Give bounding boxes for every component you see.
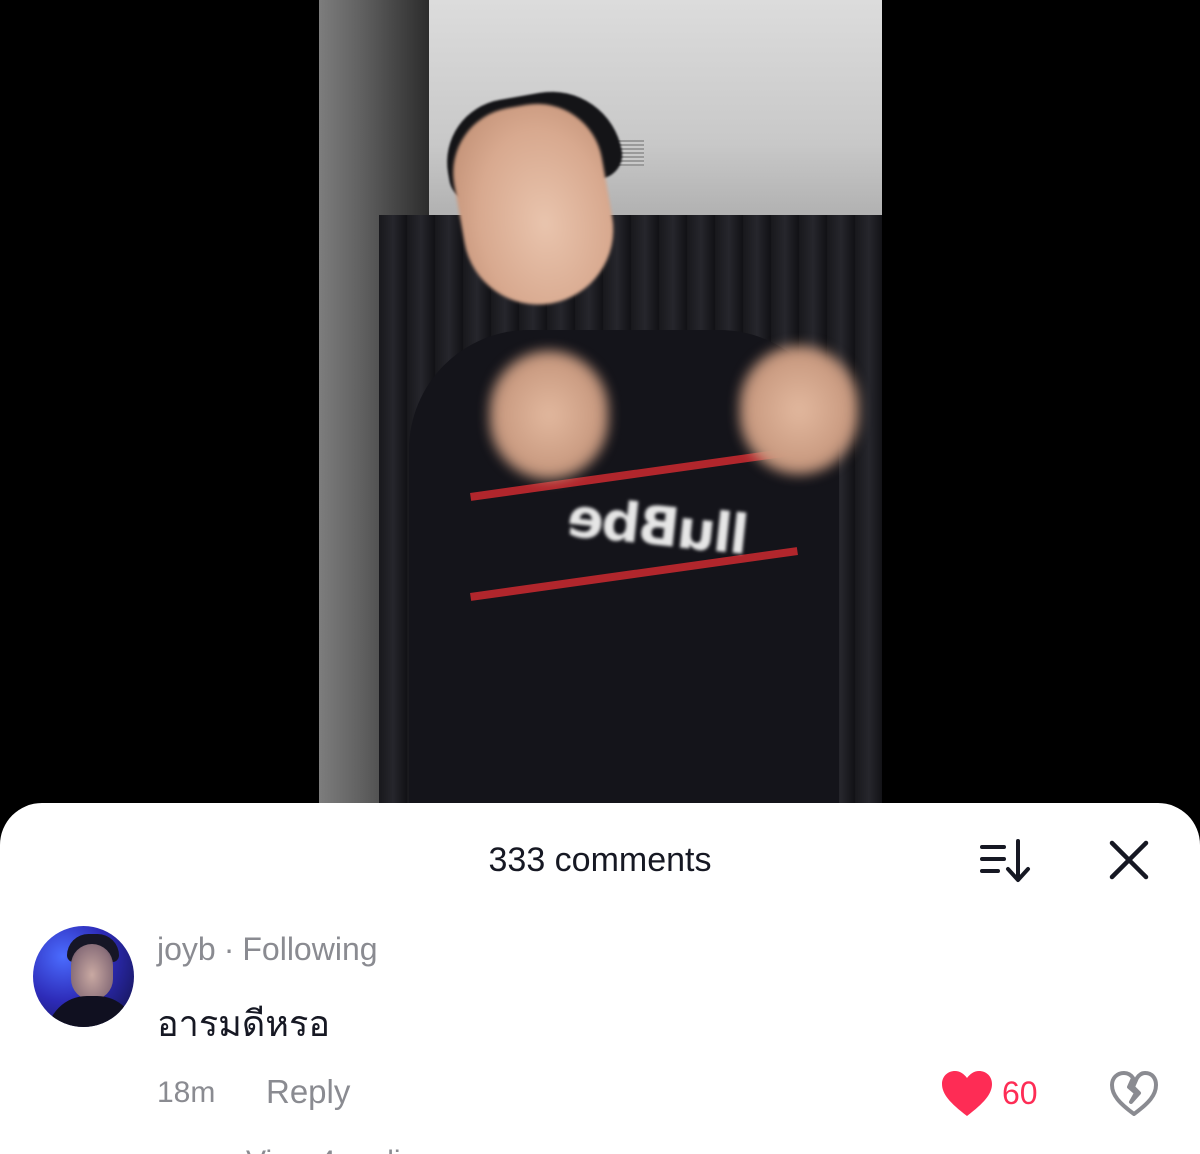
sort-button[interactable]: [976, 837, 1036, 885]
screen: lluBbe 333 comments joyb · Following อาร…: [0, 0, 1200, 1154]
following-label: Following: [242, 931, 378, 967]
video-person-hand: [489, 350, 609, 480]
reply-button[interactable]: Reply: [266, 1073, 350, 1111]
broken-heart-icon: [1110, 1071, 1158, 1116]
view-replies-link[interactable]: View 4 replies: [246, 1145, 432, 1154]
like-count: 60: [1002, 1075, 1038, 1111]
avatar-face: [71, 944, 113, 1000]
comment-time: 18m: [157, 1076, 216, 1109]
sort-icon: [980, 839, 1030, 882]
video-player[interactable]: lluBbe: [319, 0, 882, 810]
comment-text: อารมดีหรอ: [157, 1004, 330, 1045]
dislike-button[interactable]: [1108, 1069, 1160, 1119]
close-button[interactable]: [1104, 835, 1154, 885]
avatar[interactable]: [33, 926, 134, 1027]
heart-icon: [942, 1071, 992, 1116]
close-icon: [1109, 840, 1149, 880]
comments-sheet: 333 comments joyb · Following อารมดีหรอ …: [0, 803, 1200, 1154]
comment-username[interactable]: joyb: [157, 931, 216, 967]
comment-meta: joyb · Following: [157, 931, 378, 968]
meta-separator: ·: [223, 931, 235, 967]
comment-item: joyb·Following อารมดีหรอ 18m Reply 60 Vi…: [0, 923, 1200, 1154]
like-button[interactable]: [940, 1069, 994, 1119]
avatar-shirt: [47, 996, 134, 1027]
video-person-hand: [739, 345, 859, 475]
